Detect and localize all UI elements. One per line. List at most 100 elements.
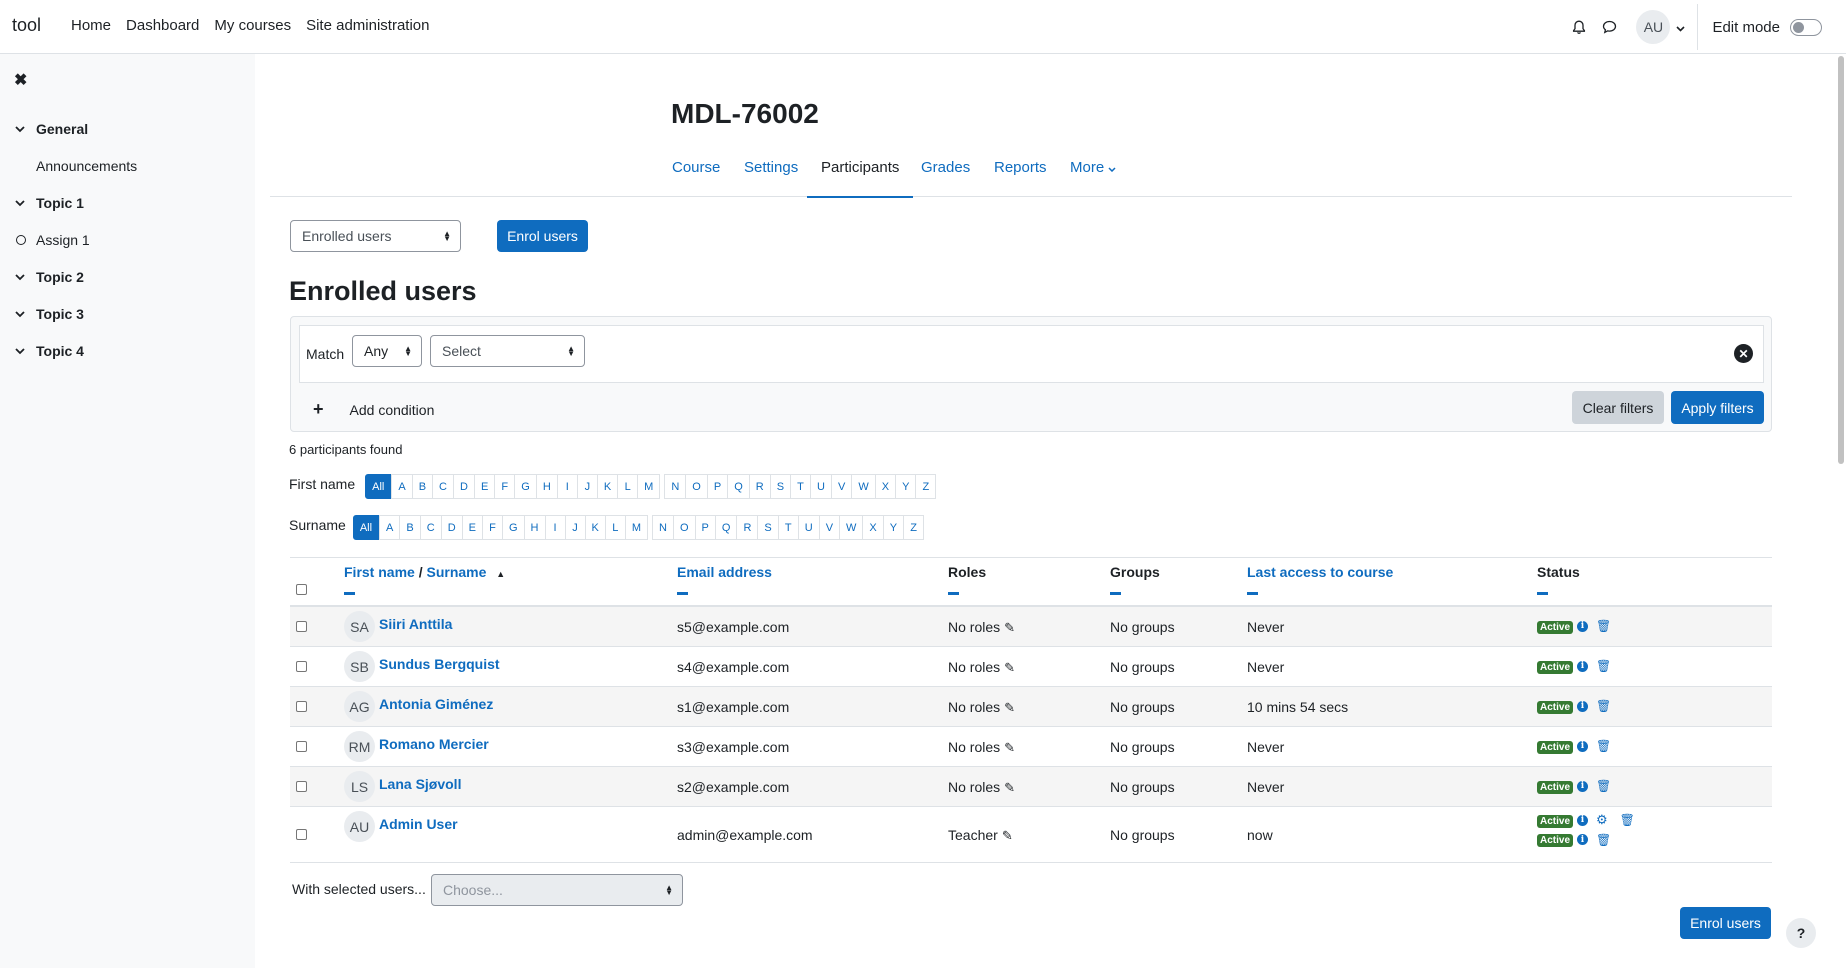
row-checkbox[interactable] (296, 829, 307, 840)
surname-letter-p[interactable]: P (695, 515, 716, 540)
tab-course[interactable]: Course (672, 159, 720, 198)
surname-letter-l[interactable]: L (605, 515, 626, 540)
info-icon[interactable]: i (1577, 620, 1589, 632)
tab-participants[interactable]: Participants (807, 159, 914, 198)
nav-home[interactable]: Home (71, 17, 111, 34)
pencil-icon[interactable]: ✎ (1004, 660, 1015, 676)
firstname-letter-m[interactable]: M (638, 474, 661, 499)
row-checkbox[interactable] (296, 701, 307, 712)
edit-mode-toggle[interactable] (1790, 18, 1822, 36)
firstname-letter-f[interactable]: F (495, 474, 516, 499)
firstname-letter-r[interactable]: R (749, 474, 771, 499)
surname-letter-n[interactable]: N (652, 515, 674, 540)
surname-letter-o[interactable]: O (673, 515, 696, 540)
hide-column-icon[interactable] (1110, 592, 1121, 595)
close-icon[interactable]: ✖ (14, 70, 27, 90)
hide-column-icon[interactable] (1537, 592, 1548, 595)
firstname-letter-p[interactable]: P (707, 474, 729, 499)
firstname-letter-all[interactable]: All (365, 474, 392, 499)
firstname-letter-x[interactable]: X (875, 474, 897, 499)
activity-assign-1[interactable]: Assign 1 (16, 232, 90, 248)
firstname-letter-d[interactable]: D (454, 474, 475, 499)
row-checkbox[interactable] (296, 741, 307, 752)
section-topic-2[interactable]: Topic 2 (15, 269, 84, 285)
row-checkbox[interactable] (296, 661, 307, 672)
row-checkbox[interactable] (296, 621, 307, 632)
surname-letter-c[interactable]: C (420, 515, 442, 540)
info-icon[interactable]: i (1577, 780, 1589, 792)
apply-filters-button[interactable]: Apply filters (1671, 391, 1764, 424)
surname-letter-u[interactable]: U (798, 515, 820, 540)
chevron-down-icon[interactable] (1676, 19, 1686, 36)
firstname-letter-v[interactable]: V (832, 474, 853, 499)
chat-bubble-icon[interactable] (1594, 12, 1624, 42)
section-topic-3[interactable]: Topic 3 (15, 306, 84, 322)
info-icon[interactable]: i (1577, 834, 1589, 846)
tab-reports[interactable]: Reports (994, 159, 1047, 198)
firstname-letter-s[interactable]: S (770, 474, 792, 499)
surname-letter-q[interactable]: Q (715, 515, 738, 540)
firstname-letter-l[interactable]: L (618, 474, 639, 499)
site-brand[interactable]: tool (12, 15, 41, 36)
match-select[interactable]: Any ▲ ▼ (352, 335, 422, 367)
hide-column-icon[interactable] (1247, 592, 1258, 595)
activity-announcements[interactable]: Announcements (36, 158, 137, 174)
surname-letter-m[interactable]: M (625, 515, 649, 540)
surname-letter-s[interactable]: S (758, 515, 779, 540)
surname-letter-t[interactable]: T (778, 515, 799, 540)
surname-letter-i[interactable]: I (545, 515, 566, 540)
firstname-letter-n[interactable]: N (664, 474, 687, 499)
bell-icon[interactable] (1564, 12, 1594, 42)
sort-firstname-link[interactable]: First name (344, 564, 415, 580)
surname-letter-x[interactable]: X (863, 515, 884, 540)
firstname-letter-z[interactable]: Z (916, 474, 937, 499)
participant-name-link[interactable]: Antonia Giménez (379, 696, 493, 712)
pencil-icon[interactable]: ✎ (1004, 740, 1015, 756)
nav-my-courses[interactable]: My courses (214, 17, 291, 34)
participant-name-link[interactable]: Sundus Bergquist (379, 656, 500, 672)
info-icon[interactable]: i (1577, 700, 1589, 712)
surname-letter-z[interactable]: Z (904, 515, 925, 540)
page-scrollbar[interactable] (1836, 54, 1846, 968)
firstname-letter-e[interactable]: E (474, 474, 496, 499)
surname-letter-d[interactable]: D (441, 515, 463, 540)
firstname-letter-g[interactable]: G (515, 474, 537, 499)
sort-email-link[interactable]: Email address (677, 564, 772, 580)
bulk-action-select[interactable]: Choose... ▲ ▼ (431, 874, 683, 906)
surname-letter-all[interactable]: All (352, 515, 380, 540)
select-all-checkbox[interactable] (296, 584, 307, 595)
gear-icon[interactable]: ⚙ (1596, 812, 1608, 828)
surname-letter-v[interactable]: V (819, 515, 841, 540)
tab-settings[interactable]: Settings (744, 159, 798, 198)
user-avatar[interactable]: AU (1636, 10, 1671, 44)
firstname-letter-k[interactable]: K (597, 474, 619, 499)
filter-type-select[interactable]: Select ▲ ▼ (430, 335, 585, 367)
participant-name-link[interactable]: Romano Mercier (379, 736, 489, 752)
trash-icon[interactable]: 🗑 (1596, 833, 1611, 847)
surname-letter-b[interactable]: B (400, 515, 421, 540)
trash-icon[interactable]: 🗑 (1596, 619, 1611, 633)
section-general[interactable]: General (15, 121, 88, 137)
firstname-letter-a[interactable]: A (391, 474, 413, 499)
remove-filter-icon[interactable]: ✕ (1734, 344, 1753, 363)
sort-surname-link[interactable]: Surname (426, 564, 486, 580)
tab-grades[interactable]: Grades (921, 159, 970, 198)
surname-letter-j[interactable]: J (565, 515, 586, 540)
participant-name-link[interactable]: Admin User (379, 816, 458, 832)
firstname-letter-w[interactable]: W (852, 474, 876, 499)
help-button[interactable]: ? (1786, 918, 1816, 948)
firstname-letter-c[interactable]: C (433, 474, 454, 499)
trash-icon[interactable]: 🗑 (1596, 779, 1611, 793)
pencil-icon[interactable]: ✎ (1002, 828, 1013, 844)
nav-site-administration[interactable]: Site administration (306, 17, 429, 34)
surname-letter-a[interactable]: A (379, 515, 401, 540)
info-icon[interactable]: i (1577, 740, 1589, 752)
surname-letter-g[interactable]: G (502, 515, 525, 540)
trash-icon[interactable]: 🗑 (1596, 659, 1611, 673)
firstname-letter-y[interactable]: Y (896, 474, 917, 499)
firstname-letter-i[interactable]: I (557, 474, 578, 499)
section-topic-1[interactable]: Topic 1 (15, 195, 84, 211)
section-topic-4[interactable]: Topic 4 (15, 343, 84, 359)
participant-name-link[interactable]: Siiri Anttila (379, 616, 452, 632)
firstname-letter-q[interactable]: Q (728, 474, 750, 499)
